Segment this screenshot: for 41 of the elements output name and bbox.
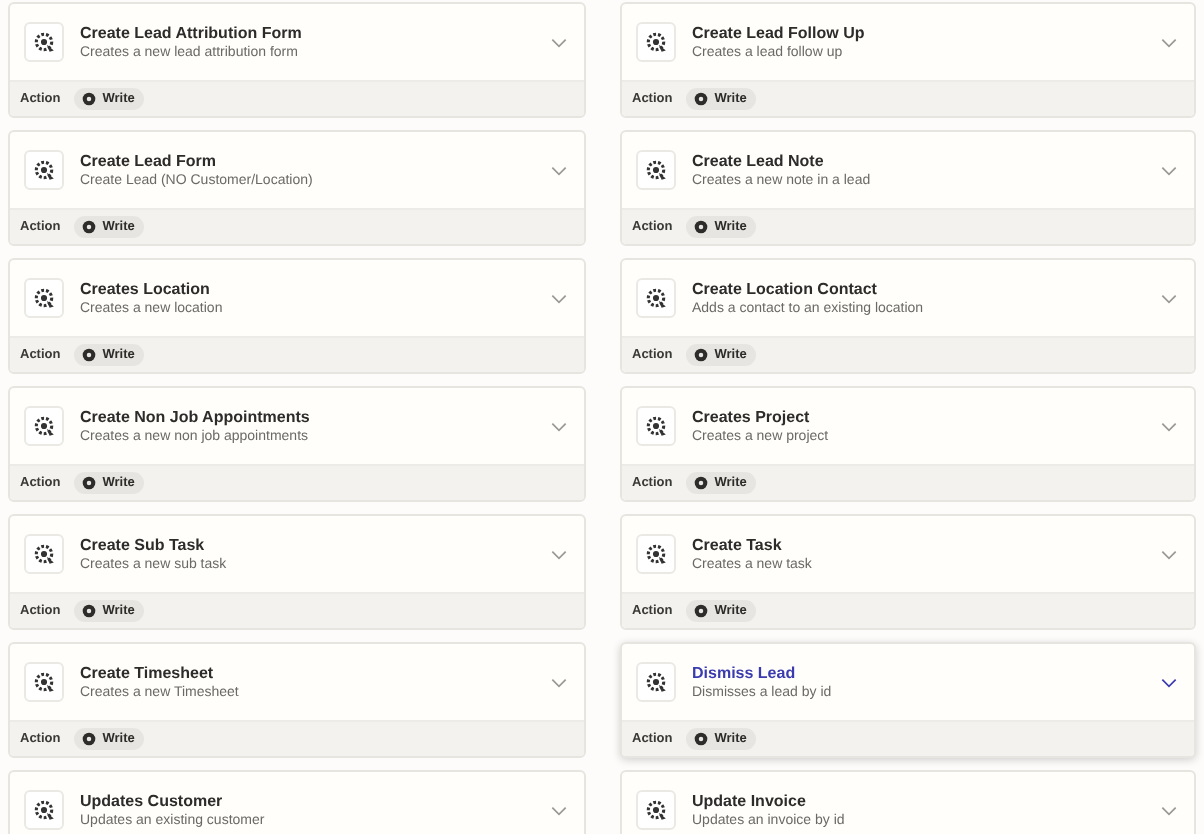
app-logo-icon [636,534,676,574]
gear-icon [694,220,709,234]
action-title: Dismiss Lead [692,661,798,683]
action-title: Create Non Job Appointments [80,405,312,427]
action-title: Creates Location [80,277,212,299]
gear-icon [82,476,97,490]
app-logo-icon [636,150,676,190]
action-title: Update Invoice [692,789,808,811]
action-title: Creates Project [692,405,812,427]
gear-icon [694,92,709,106]
action-title: Create Lead Form [80,149,219,171]
gear-icon [694,348,709,362]
action-title: Create Location Contact [692,277,879,299]
gear-icon [82,732,97,746]
app-logo-icon [24,22,64,62]
app-logo-icon [636,22,676,62]
action-title: Updates Customer [80,789,225,811]
gear-icon [82,348,97,362]
gear-icon [694,604,709,618]
app-logo-icon [24,406,64,446]
gear-icon [82,604,97,618]
action-title: Create Task [692,533,784,555]
app-logo-icon [636,662,676,702]
app-logo-icon [24,790,64,830]
action-title: Create Timesheet [80,661,216,683]
chevron-down-icon[interactable] [1160,677,1178,687]
app-logo-icon [636,790,676,830]
app-logo-icon [24,150,64,190]
app-logo-icon [636,406,676,446]
action-title: Create Sub Task [80,533,207,555]
gear-icon [82,220,97,234]
gear-icon [694,476,709,490]
gear-icon [82,92,97,106]
action-title: Create Lead Follow Up [692,21,867,43]
app-logo-icon [636,278,676,318]
app-logo-icon [24,534,64,574]
action-title: Create Lead Note [692,149,826,171]
app-logo-icon [24,278,64,318]
action-title: Create Lead Attribution Form [80,21,304,43]
app-logo-icon [24,662,64,702]
gear-icon [694,732,709,746]
